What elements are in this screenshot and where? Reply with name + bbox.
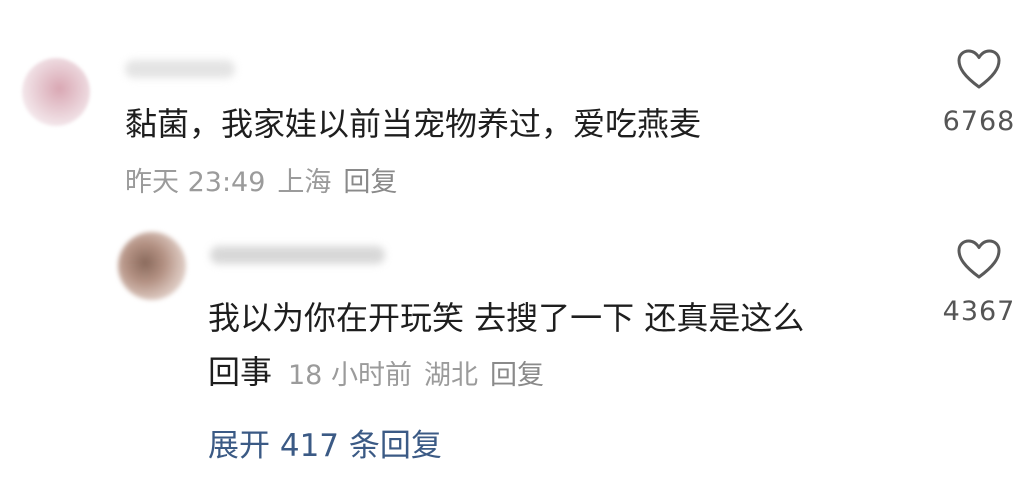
- comment-reply-button[interactable]: 回复: [343, 160, 397, 199]
- replier-avatar[interactable]: [118, 232, 186, 300]
- reply-meta: 18 小时前 湖北 回复: [288, 353, 544, 392]
- replier-username-blurred[interactable]: [210, 246, 385, 264]
- heart-outline-icon: [957, 49, 1001, 89]
- commenter-username-blurred[interactable]: [125, 60, 235, 78]
- reply-time: 18 小时前: [288, 360, 412, 391]
- comment-time: 昨天 23:49: [125, 167, 266, 198]
- comment-like-count: 6768: [942, 106, 1016, 137]
- reply-text-line2: 回事: [208, 353, 273, 391]
- reply-reply-button[interactable]: 回复: [490, 353, 544, 392]
- heart-outline-icon: [957, 239, 1001, 279]
- reply-like-button[interactable]: 4367: [934, 238, 1024, 327]
- reply-text-line1: 我以为你在开玩笑 去搜了一下 还真是这么: [208, 299, 805, 337]
- comment-meta: 昨天 23:49 上海 回复: [125, 160, 397, 199]
- comment-like-button[interactable]: 6768: [934, 48, 1024, 137]
- reply-like-count: 4367: [942, 296, 1016, 327]
- reply-location: 湖北: [423, 360, 478, 391]
- comment-text: 黏菌，我家娃以前当宠物养过，爱吃燕麦: [125, 105, 702, 143]
- commenter-avatar[interactable]: [22, 58, 90, 126]
- expand-replies-link[interactable]: 展开 417 条回复: [208, 420, 442, 465]
- comment-location: 上海: [277, 167, 332, 198]
